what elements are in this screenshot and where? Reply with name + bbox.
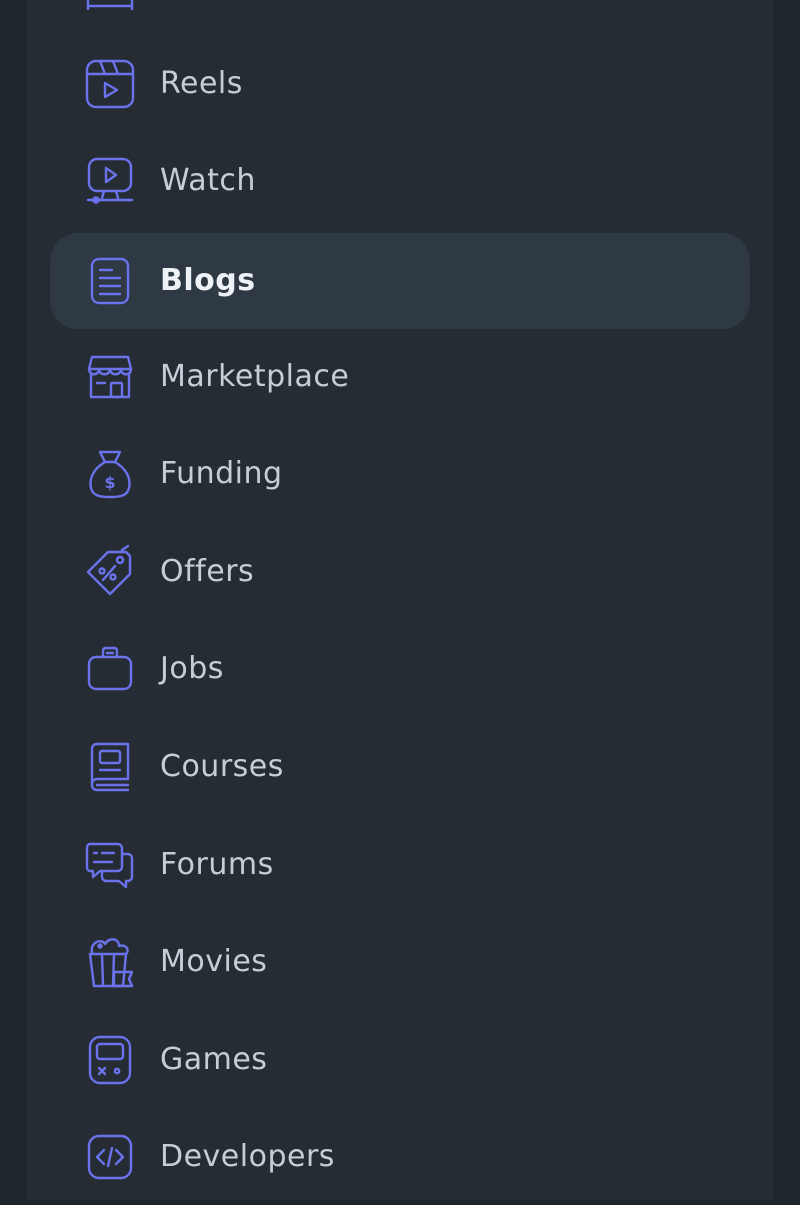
sidebar-panel: Reels Watch Blogs Marketplace $ Funding … (26, 0, 774, 1200)
sidebar-menu: Reels Watch Blogs Marketplace $ Funding … (26, 0, 774, 1200)
briefcase-icon (82, 641, 138, 697)
sidebar-item-label: Marketplace (160, 359, 350, 394)
sidebar-item-label: Offers (160, 554, 255, 589)
sidebar-item-games[interactable]: Games (50, 1012, 750, 1108)
sidebar-item-label: Reels (160, 66, 243, 101)
sidebar-item-watch[interactable]: Watch (50, 133, 750, 229)
sidebar-item-forums[interactable]: Forums (50, 817, 750, 913)
gameboy-icon (82, 1032, 138, 1088)
sidebar-item-courses[interactable]: Courses (50, 719, 750, 815)
sidebar-item-reels[interactable]: Reels (50, 36, 750, 132)
watch-icon (82, 153, 138, 209)
reels-icon (82, 56, 138, 112)
book-icon (82, 739, 138, 795)
sidebar-item-jobs[interactable]: Jobs (50, 621, 750, 717)
sidebar-item-label: Watch (160, 163, 256, 198)
sidebar-item-funding[interactable]: $ Funding (50, 426, 750, 522)
sidebar-item-blogs[interactable]: Blogs (50, 233, 750, 329)
tag-percent-icon (82, 544, 138, 600)
sidebar-item-movies[interactable]: Movies (50, 914, 750, 1010)
sidebar-item-label: Courses (160, 749, 284, 784)
sidebar-item-offers[interactable]: Offers (50, 524, 750, 620)
sidebar-item-label: Funding (160, 456, 283, 491)
sidebar-item-label: Blogs (160, 263, 256, 298)
sidebar-item-label: Developers (160, 1139, 335, 1174)
chat-bubbles-icon (82, 837, 138, 893)
sidebar-item-partial[interactable] (50, 0, 750, 30)
money-bag-icon: $ (82, 446, 138, 502)
code-icon (82, 1129, 138, 1185)
store-icon (82, 349, 138, 405)
sidebar-item-marketplace[interactable]: Marketplace (50, 329, 750, 425)
sidebar-item-label: Jobs (160, 651, 224, 686)
sidebar-item-label: Forums (160, 847, 274, 882)
partial-icon (82, 0, 138, 10)
sidebar-item-label: Games (160, 1042, 268, 1077)
blog-icon (82, 253, 138, 309)
popcorn-icon (82, 934, 138, 990)
svg-text:$: $ (104, 473, 115, 492)
sidebar-item-label: Movies (160, 944, 268, 979)
sidebar-item-developers[interactable]: Developers (50, 1109, 750, 1205)
